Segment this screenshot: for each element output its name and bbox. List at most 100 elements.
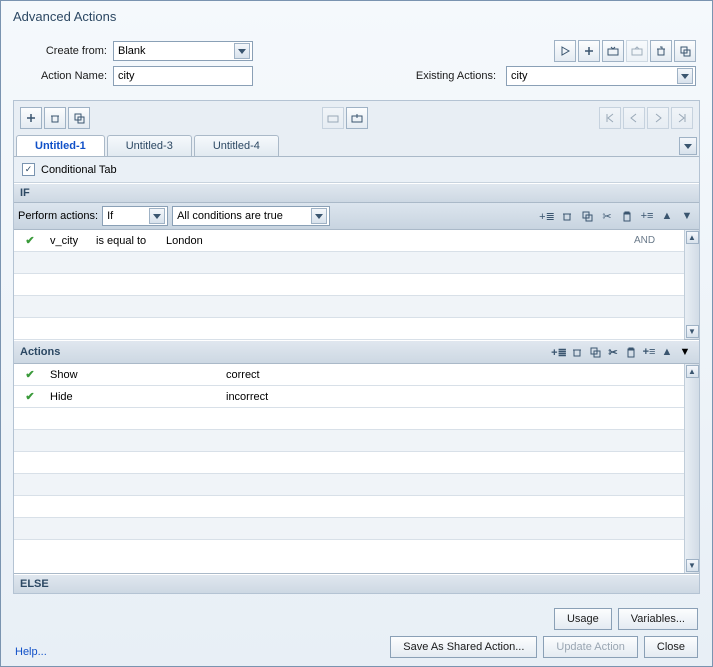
first-icon — [599, 107, 621, 129]
action-row[interactable]: ✔ Show correct — [14, 364, 684, 386]
existing-actions-combo[interactable]: city — [506, 66, 696, 86]
header-area: Create from: Blank Action Name: Existing… — [1, 32, 712, 94]
condition-logic: AND — [634, 235, 684, 246]
move-up-icon[interactable]: ▲ — [659, 344, 675, 360]
actions-scrollbar[interactable]: ▲ ▼ — [684, 364, 699, 573]
add-row-icon[interactable]: +≣ — [539, 208, 555, 224]
delete-step-icon[interactable] — [44, 107, 66, 129]
duplicate-step-icon[interactable] — [68, 107, 90, 129]
conditions-grid: ✔ v_city is equal to London AND ▲ ▼ — [14, 230, 699, 340]
actions-label: Actions — [20, 346, 60, 358]
existing-actions-value: city — [511, 70, 528, 82]
condition-row[interactable]: ✔ v_city is equal to London AND — [14, 230, 684, 252]
empty-row[interactable] — [14, 452, 684, 474]
empty-row[interactable] — [14, 274, 684, 296]
create-from-combo[interactable]: Blank — [113, 41, 253, 61]
create-from-label: Create from: — [17, 45, 107, 57]
perform-label: Perform actions: — [18, 210, 98, 222]
play-icon[interactable] — [554, 40, 576, 62]
add-row-icon[interactable]: +≣ — [551, 344, 567, 360]
condition-val: London — [166, 235, 634, 247]
actions-grid: ✔ Show correct ✔ Hide incorrect ▲ ▼ — [14, 364, 699, 574]
delete-row-icon[interactable] — [559, 208, 575, 224]
tab-untitled-1[interactable]: Untitled-1 — [16, 135, 105, 156]
action-cmd: Hide — [46, 391, 226, 403]
decision-tabs: Untitled-1 Untitled-3 Untitled-4 — [14, 135, 699, 157]
dialog-title: Advanced Actions — [1, 1, 712, 32]
if-label: IF — [20, 187, 30, 199]
move-down-icon[interactable]: ▼ — [677, 344, 693, 360]
add-step-icon[interactable] — [20, 107, 42, 129]
insert-row-icon[interactable]: +≡ — [641, 344, 657, 360]
tab-untitled-4[interactable]: Untitled-4 — [194, 135, 279, 156]
action-cmd: Show — [46, 369, 226, 381]
add-icon[interactable] — [578, 40, 600, 62]
scroll-down-icon[interactable]: ▼ — [686, 559, 699, 572]
import-icon[interactable] — [602, 40, 624, 62]
condition-var: v_city — [46, 235, 96, 247]
tab-untitled-3[interactable]: Untitled-3 — [107, 135, 192, 156]
if-header: IF — [14, 183, 699, 203]
action-target: incorrect — [226, 391, 684, 403]
perform-combo[interactable]: If — [102, 206, 168, 226]
paste-row-icon[interactable] — [623, 344, 639, 360]
action-name-input[interactable] — [113, 66, 253, 86]
else-header[interactable]: ELSE — [14, 574, 699, 593]
header-icon-bar — [554, 40, 696, 62]
conditions-combo[interactable]: All conditions are true — [172, 206, 330, 226]
variables-button[interactable]: Variables... — [618, 608, 698, 630]
valid-check-icon: ✔ — [14, 368, 46, 381]
empty-row[interactable] — [14, 296, 684, 318]
action-name-label: Action Name: — [17, 70, 107, 82]
advanced-actions-dialog: Advanced Actions Create from: Blank Acti… — [0, 0, 713, 667]
existing-actions-label: Existing Actions: — [416, 70, 496, 82]
move-up-icon: ▲ — [659, 208, 675, 224]
else-label: ELSE — [20, 578, 49, 590]
duplicate-icon[interactable] — [674, 40, 696, 62]
condition-op: is equal to — [96, 235, 166, 247]
empty-row[interactable] — [14, 430, 684, 452]
folder-out-icon[interactable] — [346, 107, 368, 129]
main-toolbar — [14, 101, 699, 135]
conditional-checkbox[interactable]: ✓ — [22, 163, 35, 176]
empty-row[interactable] — [14, 474, 684, 496]
cut-row-icon[interactable]: ✂ — [605, 344, 621, 360]
action-row[interactable]: ✔ Hide incorrect — [14, 386, 684, 408]
copy-row-icon[interactable] — [587, 344, 603, 360]
last-icon — [671, 107, 693, 129]
scroll-down-icon[interactable]: ▼ — [686, 325, 699, 338]
empty-row[interactable] — [14, 496, 684, 518]
move-down-icon: ▼ — [679, 208, 695, 224]
chevron-down-icon — [311, 208, 327, 224]
prev-icon — [623, 107, 645, 129]
help-link[interactable]: Help... — [15, 646, 47, 658]
footer: Help... Usage Variables... Save As Share… — [1, 600, 712, 666]
create-from-value: Blank — [118, 45, 146, 57]
actions-header: Actions +≣ ✂ +≡ ▲ ▼ — [14, 340, 699, 364]
conditional-tab-label: Conditional Tab — [41, 164, 117, 176]
next-icon — [647, 107, 669, 129]
delete-row-icon[interactable] — [569, 344, 585, 360]
insert-row-icon[interactable]: +≡ — [639, 208, 655, 224]
delete-icon[interactable] — [650, 40, 672, 62]
cut-row-icon[interactable]: ✂ — [599, 208, 615, 224]
scroll-up-icon[interactable]: ▲ — [686, 365, 699, 378]
chevron-down-icon — [234, 43, 250, 59]
main-panel: Untitled-1 Untitled-3 Untitled-4 ✓ Condi… — [13, 100, 700, 594]
perform-row: Perform actions: If All conditions are t… — [14, 203, 699, 230]
close-button[interactable]: Close — [644, 636, 698, 658]
scroll-up-icon[interactable]: ▲ — [686, 231, 699, 244]
folder-in-icon — [322, 107, 344, 129]
tab-dropdown-icon[interactable] — [679, 137, 697, 155]
copy-row-icon[interactable] — [579, 208, 595, 224]
chevron-down-icon — [677, 68, 693, 84]
save-shared-button[interactable]: Save As Shared Action... — [390, 636, 537, 658]
usage-button[interactable]: Usage — [554, 608, 612, 630]
empty-row[interactable] — [14, 408, 684, 430]
action-target: correct — [226, 369, 684, 381]
empty-row[interactable] — [14, 318, 684, 340]
paste-row-icon[interactable] — [619, 208, 635, 224]
empty-row[interactable] — [14, 518, 684, 540]
conditions-scrollbar[interactable]: ▲ ▼ — [684, 230, 699, 339]
empty-row[interactable] — [14, 252, 684, 274]
